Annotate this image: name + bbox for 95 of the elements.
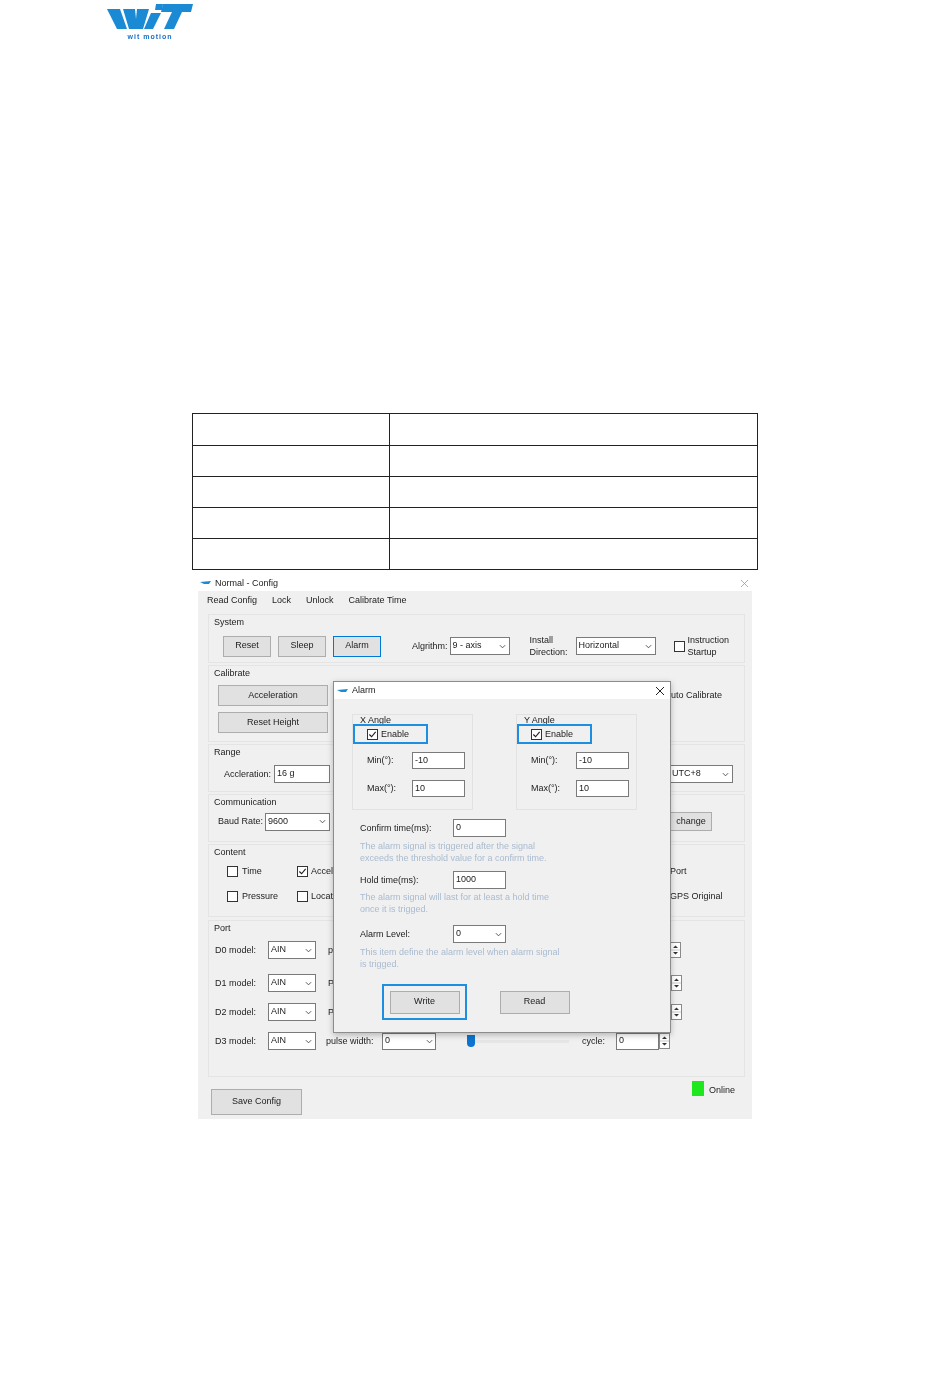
checkbox-label: Port [670,867,687,876]
label: D1 model: [215,978,258,988]
caret-icon [305,1009,312,1015]
menu-item[interactable]: Lock [272,594,292,608]
checkbox-label: GPS Original [670,892,723,901]
checkbox-label: Accel [311,867,333,876]
spinner-icon[interactable] [671,975,682,991]
label: Confirm time(ms): [360,823,433,833]
dialog-title: Alarm [352,686,376,695]
group-title: Y Angle [524,716,556,725]
checkbox-label: Locat [311,892,333,901]
checkbox-label: Pressure [242,892,279,901]
close-icon[interactable] [656,686,664,695]
input-field[interactable]: 16 g [274,765,331,783]
label: cycle: [582,1036,606,1046]
caret-icon [305,1038,312,1044]
group-title: Calibrate [214,669,251,678]
checkbox[interactable] [367,728,378,740]
checkbox-label: Time [242,867,263,876]
hint-text: This item define the alarm level when alarm signal is trigged. [360,946,560,970]
caret-icon [495,931,502,937]
checkbox[interactable] [297,866,308,877]
checkbox[interactable] [227,866,238,877]
button[interactable]: Reset [223,635,271,657]
button[interactable]: Alarm [333,635,381,657]
input-field[interactable]: 1000 [453,871,506,889]
label: D3 model: [215,1036,258,1046]
group-title: System [214,618,244,627]
checkbox[interactable] [297,891,308,902]
dropdown[interactable]: AIN [268,1032,316,1050]
menu-item[interactable]: Unlock [306,594,334,608]
input-field[interactable]: -10 [576,752,629,769]
label: Min(°): [531,756,559,765]
checkbox-label: Enable [381,729,410,739]
label: Max(°): [367,784,398,793]
label: P [328,1007,334,1017]
button[interactable]: Write [389,990,460,1014]
caret-icon [319,819,327,824]
spinner-icon[interactable] [671,1004,682,1020]
label: Min(°): [367,756,395,765]
button[interactable]: Save Config [211,1089,302,1115]
checkbox-label: Enable [545,729,574,739]
caret-icon [498,643,506,649]
caret-icon [722,771,730,777]
label: Install Direction: [529,634,569,658]
label: Hold time(ms): [360,875,420,885]
dropdown[interactable]: Horizontal [575,637,656,655]
checkbox[interactable] [673,640,685,652]
group-title: Range [214,748,241,757]
button[interactable]: Sleep [278,635,326,657]
group-title: Content [214,848,246,857]
label: Baud Rate: [218,817,264,826]
label: p [328,945,333,955]
dropdown[interactable]: 9 - axis [449,637,510,655]
label: D2 model: [215,1007,258,1017]
caret-icon [305,947,312,953]
app-icon [337,686,348,695]
label: pulse width: [326,1036,375,1046]
label: Max(°): [531,784,562,793]
status-label: Online [709,1086,735,1095]
checkbox-label: Instruction Startup [687,634,731,658]
label: Algrithm: [412,641,448,651]
group-title: Port [214,924,231,933]
button[interactable]: Reset Height [218,712,328,733]
group-title: Communication [214,798,277,807]
spinner-icon[interactable] [659,1033,670,1049]
button[interactable]: Acceleration [218,685,328,706]
input-field[interactable]: -10 [412,752,465,769]
menu-item[interactable]: Calibrate Time [348,594,407,608]
checkbox[interactable] [531,728,542,740]
dropdown[interactable]: 0 [453,925,506,943]
caret-icon [644,643,652,649]
caret-icon [305,980,312,986]
input-field[interactable]: 10 [576,780,629,797]
menu-item[interactable]: Read Config [207,594,258,608]
window-title: Normal - Config [215,578,279,588]
label: Accleration: [224,769,272,779]
dropdown[interactable]: UTC+8 [669,765,734,783]
dropdown[interactable]: AIN [268,941,316,959]
hint-text: The alarm signal is triggered after the signal exceeds the threshold value for a confirm time. [360,840,548,864]
dropdown[interactable]: 9600 [265,812,331,831]
logo-icon [107,3,193,31]
slider-thumb[interactable] [467,1035,475,1047]
input-field[interactable]: 10 [412,780,465,797]
app-icon [200,579,211,587]
checkbox-label: uto Calibrate [671,691,723,700]
caret-icon [426,1038,433,1044]
dropdown[interactable]: AIN [268,1003,316,1021]
label: D0 model: [215,945,258,955]
dropdown[interactable]: AIN [268,974,316,992]
label: P [328,978,334,988]
checkbox[interactable] [227,891,238,902]
label: Alarm Level: [360,929,412,939]
button[interactable]: Read [499,990,570,1014]
input-field[interactable]: 0 [453,819,506,837]
